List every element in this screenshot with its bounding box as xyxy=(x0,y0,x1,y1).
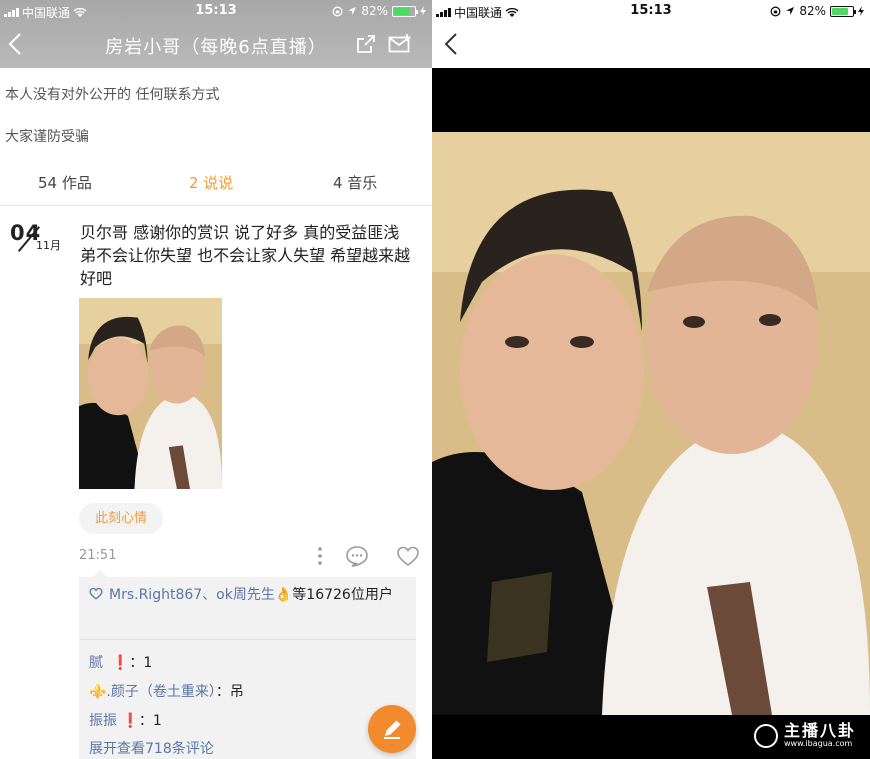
full-photo[interactable] xyxy=(432,132,870,715)
comment-icon[interactable] xyxy=(345,545,369,567)
tab-works[interactable]: 54 作品 xyxy=(38,172,92,193)
status-right: 82% xyxy=(770,4,864,18)
rotation-lock-icon xyxy=(332,6,343,16)
comment-item[interactable]: 振振 ❗：1 xyxy=(89,710,162,730)
status-bar: 中国联通 15:13 82% xyxy=(432,0,870,22)
battery-icon xyxy=(830,5,856,17)
back-arrow-icon[interactable] xyxy=(8,32,22,56)
post-month: 11月 xyxy=(36,239,61,252)
back-arrow-icon[interactable] xyxy=(444,32,458,56)
profile-tabs: 54 作品 2 说说 4 音乐 xyxy=(0,166,432,206)
likes-row: Mrs.Right867、ok周先生👌等16726位用户 xyxy=(89,585,406,606)
viewer-nav-bar xyxy=(432,22,870,68)
profile-screen: 中国联通 15:13 82% 房岩小哥（每晚6点直播） 本人没有对外公开的 任何… xyxy=(0,0,432,759)
watermark-logo xyxy=(753,724,778,748)
comment-text: ：1 xyxy=(138,713,162,729)
divider xyxy=(79,639,416,640)
mood-tag[interactable]: 此刻心情 xyxy=(79,503,164,534)
nav-bar: 房岩小哥（每晚6点直播） xyxy=(0,22,432,68)
battery-icon xyxy=(392,5,418,17)
tab-music[interactable]: 4 音乐 xyxy=(333,172,377,193)
battery-percent: 82% xyxy=(799,4,826,18)
message-icon[interactable] xyxy=(388,34,412,54)
post-time: 21:51 xyxy=(79,548,117,563)
bio-line-2: 大家谨防受骗 xyxy=(5,129,89,145)
charging-icon xyxy=(858,6,864,16)
compose-button[interactable] xyxy=(368,705,416,753)
heart-small-icon xyxy=(89,587,103,600)
status-right: 82% xyxy=(332,4,426,18)
comment-emoji: ❗ xyxy=(121,713,139,729)
more-icon[interactable] xyxy=(308,545,332,567)
comment-item[interactable]: 腻 ❗：1 xyxy=(89,652,152,672)
letterbox-top xyxy=(432,68,870,132)
photo-viewer-screen: 中国联通 15:13 82% 主播八卦 www.ibagua.com xyxy=(432,0,870,759)
location-icon xyxy=(786,7,795,15)
like-count: 等16726位用户 xyxy=(292,587,393,603)
comment-text: ：吊 xyxy=(215,684,244,700)
heart-icon[interactable] xyxy=(396,545,420,567)
tab-posts[interactable]: 2 说说 xyxy=(189,172,233,193)
comment-emoji: ❗ xyxy=(111,655,130,671)
battery-percent: 82% xyxy=(361,4,388,18)
like-users[interactable]: Mrs.Right867、ok周先生👌 xyxy=(109,587,292,603)
status-bar: 中国联通 15:13 82% xyxy=(0,0,432,22)
bio-line-1: 本人没有对外公开的 任何联系方式 xyxy=(5,87,220,103)
comment-author[interactable]: 腻 xyxy=(89,655,103,671)
post-text: 贝尔哥 感谢你的赏识 说了好多 真的受益匪浅 弟不会让你失望 也不会让家人失望 … xyxy=(80,223,411,288)
comment-item[interactable]: ⚜️.颜子（卷土重来）：吊 xyxy=(89,681,244,701)
comment-author[interactable]: 振振 xyxy=(89,713,117,729)
page-title: 房岩小哥（每晚6点直播） xyxy=(105,37,327,58)
comment-text: ：1 xyxy=(129,655,153,671)
expand-comments-link[interactable]: 展开查看718条评论 xyxy=(89,738,214,758)
location-icon xyxy=(348,7,357,15)
charging-icon xyxy=(420,6,426,16)
post-photo-thumbnail[interactable] xyxy=(79,298,222,489)
comment-author[interactable]: ⚜️.颜子（卷土重来） xyxy=(89,684,216,700)
rotation-lock-icon xyxy=(770,6,781,16)
watermark: 主播八卦 www.ibagua.com xyxy=(753,721,856,749)
post-date: 04 11月 xyxy=(10,221,66,257)
comments-panel: Mrs.Right867、ok周先生👌等16726位用户 腻 ❗：1 ⚜️.颜子… xyxy=(79,570,416,759)
pencil-icon xyxy=(384,720,401,739)
share-icon[interactable] xyxy=(356,34,376,54)
watermark-text: 主播八卦 xyxy=(783,721,856,740)
watermark-url: www.ibagua.com xyxy=(783,739,853,748)
